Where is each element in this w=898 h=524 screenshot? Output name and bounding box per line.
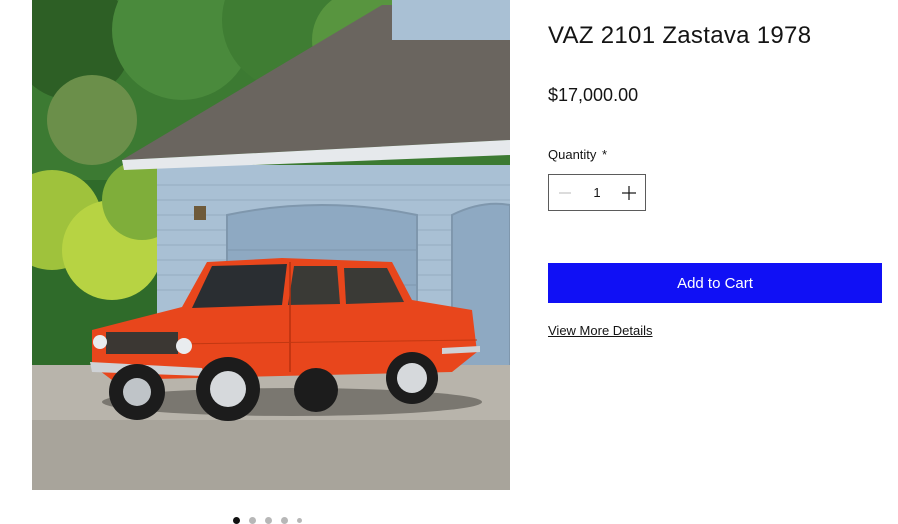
product-price: $17,000.00	[548, 85, 639, 105]
product-title: VAZ 2101 Zastava 1978	[548, 22, 812, 49]
quantity-label-text: Quantity	[548, 147, 597, 162]
gallery-dot-4[interactable]	[281, 517, 288, 524]
car-photo	[32, 0, 510, 490]
product-image[interactable]	[32, 0, 510, 490]
decrement-button[interactable]	[549, 175, 581, 210]
gallery-dot-1[interactable]	[233, 517, 240, 524]
quantity-label: Quantity *	[548, 147, 607, 162]
gallery-pagination	[233, 517, 302, 524]
quantity-input[interactable]: 1	[581, 185, 613, 200]
view-more-details-link[interactable]: View More Details	[548, 323, 653, 338]
add-to-cart-button[interactable]: Add to Cart	[548, 263, 882, 303]
plus-icon	[622, 185, 636, 200]
gallery-dot-3[interactable]	[265, 517, 272, 524]
minus-icon	[559, 191, 571, 194]
required-marker: *	[602, 147, 608, 162]
gallery-dot-5[interactable]	[297, 518, 302, 523]
increment-button[interactable]	[613, 175, 645, 210]
gallery-dot-2[interactable]	[249, 517, 256, 524]
quantity-stepper[interactable]: 1	[548, 174, 646, 211]
